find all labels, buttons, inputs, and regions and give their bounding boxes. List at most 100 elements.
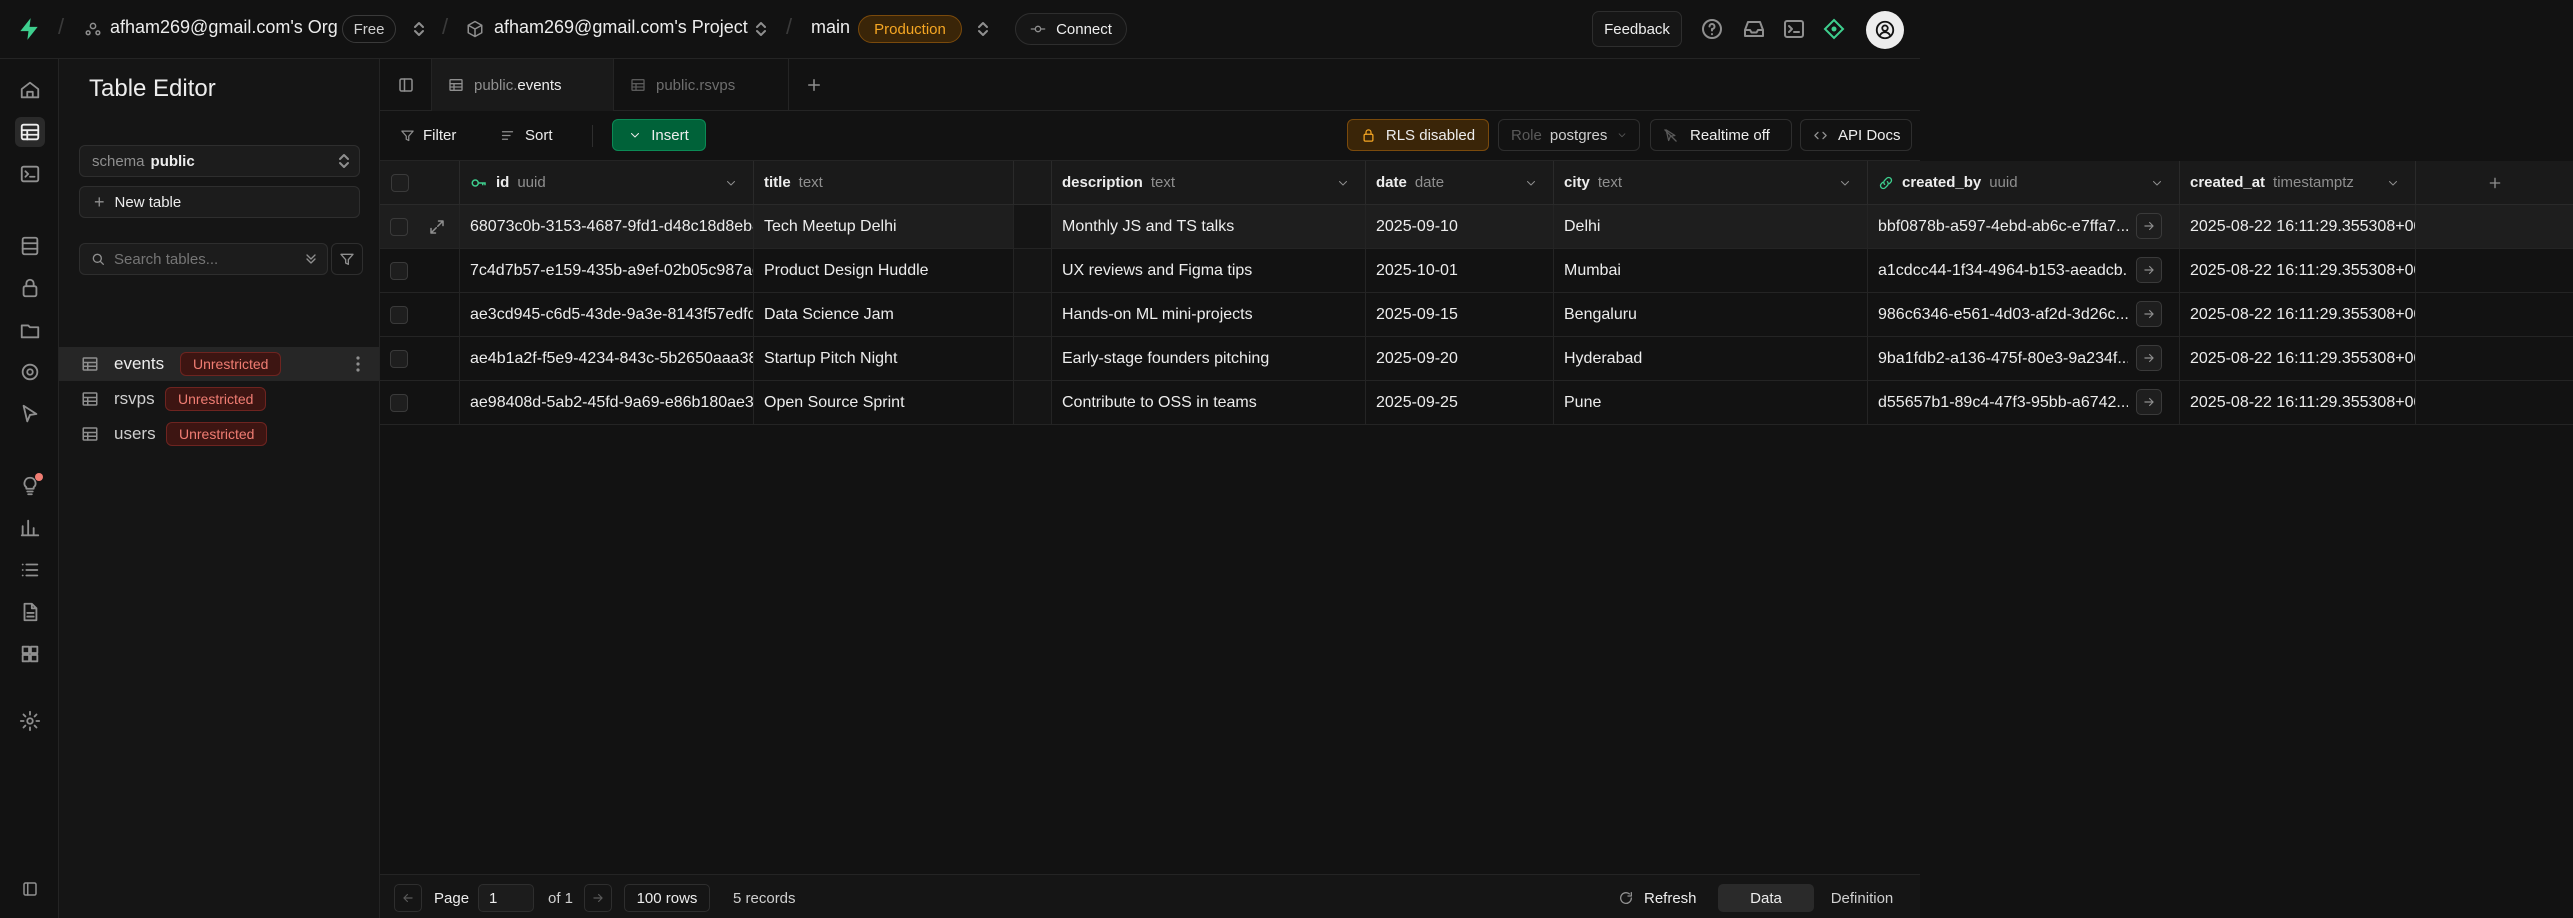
cell-created-by[interactable]: bbf0878b-a597-4ebd-ab6c-e7ffa7... [1868, 205, 2180, 249]
cell-created-at[interactable]: 2025-08-22 16:11:29.355308+00 [2180, 337, 2416, 381]
cell-title[interactable]: Data Science Jam [754, 293, 1014, 337]
integrations-icon[interactable] [15, 639, 45, 669]
chevron-down-icon[interactable] [1839, 177, 1851, 189]
go-to-reference-button[interactable] [2136, 213, 2162, 239]
cell-city[interactable]: Mumbai [1554, 249, 1868, 293]
go-to-reference-button[interactable] [2136, 257, 2162, 283]
refresh-button[interactable]: Refresh [1618, 884, 1697, 912]
rows-per-page-button[interactable]: 100 rows [624, 884, 710, 912]
branch-name[interactable]: main [811, 17, 850, 38]
cell-created-at[interactable]: 2025-08-22 16:11:29.355308+00 [2180, 293, 2416, 337]
cell-created-at[interactable]: 2025-08-22 16:11:29.355308+00 [2180, 249, 2416, 293]
new-table-button[interactable]: + New table [79, 186, 360, 218]
column-header-date[interactable]: date date [1366, 161, 1554, 205]
data-view-tab[interactable]: Data [1718, 884, 1814, 912]
table-editor-icon[interactable] [15, 117, 45, 147]
schema-selector[interactable]: schema public [79, 145, 360, 177]
insert-button[interactable]: Insert [612, 119, 706, 151]
chevron-down-icon[interactable] [2151, 177, 2163, 189]
cell-id[interactable]: 68073c0b-3153-4687-9fd1-d48c18d8eb88 [460, 205, 754, 249]
home-icon[interactable] [15, 75, 45, 105]
cell-date[interactable]: 2025-09-15 [1366, 293, 1554, 337]
chevrons-down-icon[interactable] [303, 251, 319, 267]
chevron-down-icon[interactable] [725, 177, 737, 189]
cell-id[interactable]: 7c4d7b57-e159-435b-a9ef-02b05c987ad4 [460, 249, 754, 293]
user-avatar[interactable] [1866, 11, 1904, 49]
sidebar-item-events[interactable]: events Unrestricted [59, 347, 379, 381]
org-name[interactable]: afham269@gmail.com's Org [110, 17, 338, 38]
cell-city[interactable]: Hyderabad [1554, 337, 1868, 381]
previous-page-button[interactable] [394, 884, 422, 912]
project-switcher-chevron-icon[interactable] [754, 20, 768, 38]
cell-created-by[interactable]: a1cdcc44-1f34-4964-b153-aeadcb... [1868, 249, 2180, 293]
column-header-created-by[interactable]: created_by uuid [1868, 161, 2180, 205]
cell-city[interactable]: Pune [1554, 381, 1868, 425]
sql-terminal-icon[interactable] [1782, 17, 1806, 41]
chevron-down-icon[interactable] [1337, 177, 1349, 189]
row-checkbox[interactable] [390, 393, 408, 412]
sql-editor-icon[interactable] [15, 159, 45, 189]
definition-view-tab[interactable]: Definition [1814, 884, 1910, 912]
expand-row-icon[interactable] [428, 218, 446, 236]
advisors-lightbulb-icon[interactable] [15, 471, 45, 501]
cell-created-by[interactable]: d55657b1-89c4-47f3-95bb-a6742... [1868, 381, 2180, 425]
row-checkbox[interactable] [390, 261, 408, 280]
realtime-icon[interactable] [15, 399, 45, 429]
cell-title[interactable]: Open Source Sprint [754, 381, 1014, 425]
add-column-button[interactable] [2416, 161, 2573, 205]
column-header-title[interactable]: title text [754, 161, 1014, 205]
logs-list-icon[interactable] [15, 555, 45, 585]
cell-description[interactable]: Early-stage founders pitching [1052, 337, 1366, 381]
edge-functions-icon[interactable] [15, 357, 45, 387]
next-page-button[interactable] [584, 884, 612, 912]
sidebar-item-rsvps[interactable]: rsvps Unrestricted [59, 382, 379, 416]
sidebar-item-users[interactable]: users Unrestricted [59, 417, 379, 451]
realtime-toggle-button[interactable]: Realtime off [1650, 119, 1792, 151]
cell-description[interactable]: UX reviews and Figma tips [1052, 249, 1366, 293]
api-docs-file-icon[interactable] [15, 597, 45, 627]
inbox-icon[interactable] [1742, 17, 1766, 41]
column-header-created-at[interactable]: created_at timestamptz [2180, 161, 2416, 205]
filter-button[interactable]: Filter [400, 119, 456, 151]
sort-button[interactable]: Sort [500, 119, 553, 151]
toggle-sidebar-button[interactable] [380, 59, 432, 111]
role-selector[interactable]: Role postgres [1498, 119, 1640, 151]
row-checkbox[interactable] [390, 349, 408, 368]
more-vertical-icon[interactable] [355, 355, 361, 373]
cell-id[interactable]: ae98408d-5ab2-45fd-9a69-e86b180ae3e [460, 381, 754, 425]
select-all-checkbox[interactable] [390, 173, 409, 192]
help-icon[interactable] [1700, 17, 1724, 41]
settings-gear-icon[interactable] [15, 706, 45, 736]
reports-chart-icon[interactable] [15, 513, 45, 543]
project-name[interactable]: afham269@gmail.com's Project [494, 17, 748, 38]
row-checkbox[interactable] [390, 305, 408, 324]
column-header-id[interactable]: id uuid [460, 161, 754, 205]
cell-date[interactable]: 2025-09-20 [1366, 337, 1554, 381]
supabase-logo-icon[interactable] [16, 16, 42, 42]
go-to-reference-button[interactable] [2136, 301, 2162, 327]
tab-rsvps[interactable]: public. rsvps [614, 59, 789, 111]
cell-title[interactable]: Startup Pitch Night [754, 337, 1014, 381]
connect-button[interactable]: Connect [1015, 13, 1127, 45]
cell-title[interactable]: Product Design Huddle [754, 249, 1014, 293]
cell-created-by[interactable]: 986c6346-e561-4d03-af2d-3d26c... [1868, 293, 2180, 337]
collapse-sidebar-icon[interactable] [15, 874, 45, 904]
database-icon[interactable] [15, 231, 45, 261]
page-number-input[interactable] [478, 884, 534, 912]
cell-created-by[interactable]: 9ba1fdb2-a136-475f-80e3-9a234f... [1868, 337, 2180, 381]
go-to-reference-button[interactable] [2136, 389, 2162, 415]
branch-switcher-chevron-icon[interactable] [976, 20, 990, 38]
api-docs-button[interactable]: API Docs [1800, 119, 1912, 151]
row-checkbox[interactable] [390, 217, 408, 236]
cell-description[interactable]: Monthly JS and TS talks [1052, 205, 1366, 249]
cell-description[interactable]: Hands-on ML mini-projects [1052, 293, 1366, 337]
assistant-diamond-icon[interactable] [1822, 17, 1846, 41]
cell-date[interactable]: 2025-09-10 [1366, 205, 1554, 249]
org-switcher-chevron-icon[interactable] [412, 20, 426, 38]
add-tab-plus-icon[interactable] [805, 76, 823, 94]
storage-icon[interactable] [15, 315, 45, 345]
rls-disabled-button[interactable]: RLS disabled [1347, 119, 1489, 151]
cell-id[interactable]: ae4b1a2f-f5e9-4234-843c-5b2650aaa38b [460, 337, 754, 381]
cell-city[interactable]: Bengaluru [1554, 293, 1868, 337]
chevron-down-icon[interactable] [2387, 177, 2399, 189]
